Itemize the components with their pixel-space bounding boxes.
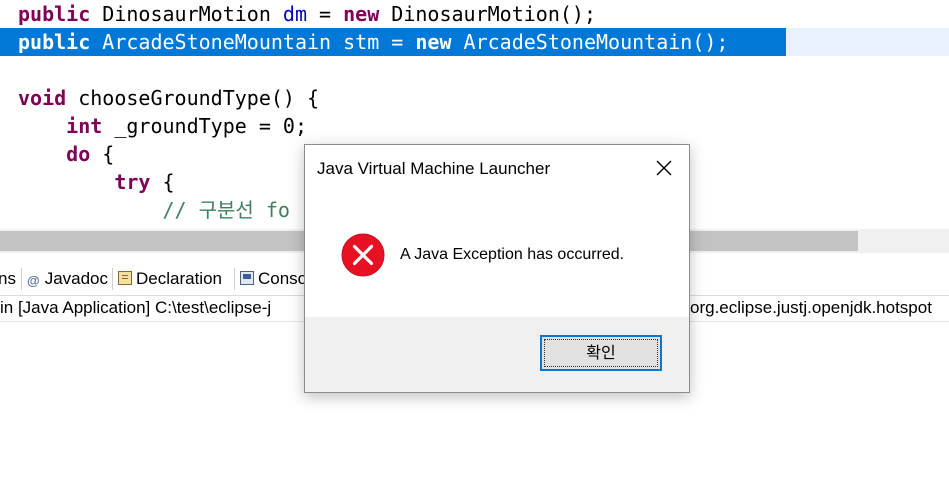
tab-divider xyxy=(21,268,22,290)
code-line[interactable]: try { xyxy=(18,168,175,196)
tab-declaration[interactable]: Declaration xyxy=(118,265,222,293)
code-line[interactable]: do { xyxy=(18,140,114,168)
code-text: _groundType = 0; xyxy=(102,114,307,138)
code-keyword: new xyxy=(415,30,452,54)
tab-console[interactable]: Conso xyxy=(240,265,307,293)
code-line[interactable]: void chooseGroundType() { xyxy=(18,84,319,112)
code-keyword: int xyxy=(66,114,103,138)
code-line[interactable]: public ArcadeStoneMountain stm = new Arc… xyxy=(18,28,728,56)
declaration-icon xyxy=(118,271,132,285)
code-text: { xyxy=(90,142,115,166)
tab-problems[interactable]: ns xyxy=(0,265,16,293)
dialog-title: Java Virtual Machine Launcher xyxy=(317,159,551,178)
dialog-message: A Java Exception has occurred. xyxy=(400,246,625,263)
code-keyword: try xyxy=(114,170,151,194)
jvm-launcher-dialog: Java Virtual Machine Launcher A Java Exc… xyxy=(304,144,690,393)
tab-label: Conso xyxy=(258,269,308,288)
code-text: { xyxy=(150,170,175,194)
dialog-close-button[interactable] xyxy=(651,155,677,181)
tab-label: Javadoc xyxy=(44,269,109,288)
console-process-label: in [Java Application] C:\test\eclipse-j xyxy=(0,298,272,317)
code-text: ArcadeStoneMountain(); xyxy=(451,30,729,54)
console-icon xyxy=(240,271,254,285)
code-keyword: do xyxy=(66,142,91,166)
code-keyword: new xyxy=(343,2,380,26)
code-text: ArcadeStoneMountain xyxy=(90,30,344,54)
code-line[interactable]: int _groundType = 0; xyxy=(18,112,307,140)
code-comment: // 구분선 fo xyxy=(162,198,290,222)
tab-divider xyxy=(234,268,235,290)
code-field: dm xyxy=(282,2,307,26)
code-line[interactable]: // 구분선 fo xyxy=(18,196,290,224)
tab-label: Declaration xyxy=(136,269,222,288)
at-icon: @ xyxy=(27,273,40,288)
console-process-path: org.eclipse.justj.openjdk.hotspot xyxy=(690,298,932,317)
code-text: DinosaurMotion(); xyxy=(379,2,596,26)
code-keyword: public xyxy=(18,30,91,54)
code-field: stm xyxy=(343,30,380,54)
code-text: DinosaurMotion xyxy=(90,2,283,26)
dialog-content: A Java Exception has occurred. xyxy=(305,191,689,317)
tab-javadoc[interactable]: @ Javadoc xyxy=(27,265,108,293)
code-text: chooseGroundType() { xyxy=(66,86,320,110)
code-keyword: void xyxy=(18,86,67,110)
ok-button[interactable]: 확인 xyxy=(540,335,662,371)
code-text: = xyxy=(379,30,416,54)
error-icon xyxy=(341,233,385,277)
code-line[interactable]: public DinosaurMotion dm = new DinosaurM… xyxy=(18,0,596,28)
code-text: = xyxy=(307,2,344,26)
dialog-footer: 확인 xyxy=(305,317,689,392)
tab-label: ns xyxy=(0,269,16,288)
close-icon xyxy=(656,160,672,176)
tab-divider xyxy=(112,268,113,290)
code-keyword: public xyxy=(18,2,91,26)
